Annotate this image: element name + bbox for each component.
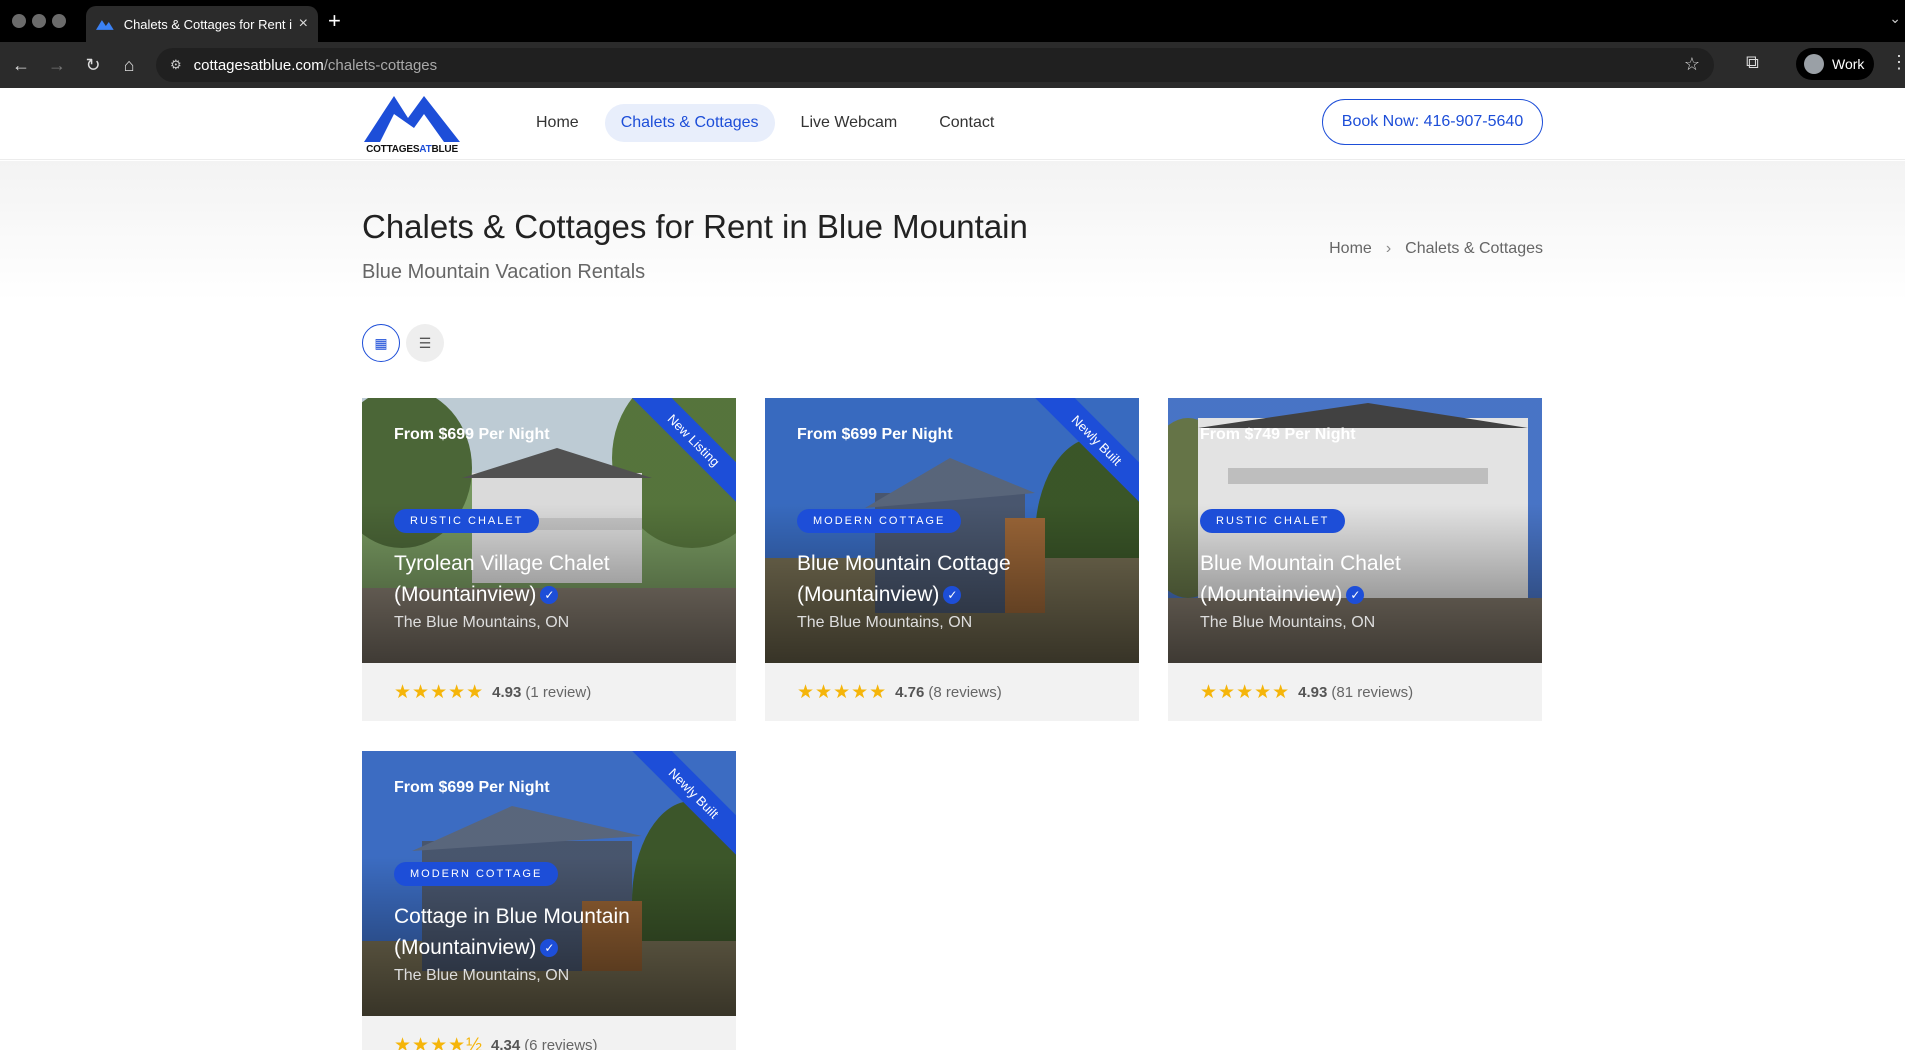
listing-price: From $699 Per Night bbox=[797, 426, 953, 443]
rating-score: 4.93 bbox=[1298, 683, 1328, 701]
listing-price: From $699 Per Night bbox=[394, 779, 550, 796]
page-title: Chalets & Cottages for Rent in Blue Moun… bbox=[362, 208, 1028, 245]
listing-location: The Blue Mountains, ON bbox=[1200, 614, 1376, 631]
listing-rating: ★★★★★ 4.93 (1 review) bbox=[362, 663, 736, 721]
site-favicon-icon bbox=[96, 20, 114, 30]
browser-toolbar: ← → ↻ ⌂ ⚙ cottagesatblue.com /chalets-co… bbox=[0, 42, 1905, 88]
listing-location: The Blue Mountains, ON bbox=[394, 614, 570, 631]
listing-tag[interactable]: MODERN COTTAGE bbox=[394, 862, 559, 886]
verified-check-icon: ✓ bbox=[1346, 586, 1365, 605]
close-window-button[interactable] bbox=[12, 14, 26, 28]
avatar bbox=[1804, 54, 1824, 74]
browser-tab[interactable]: Chalets & Cottages for Rent i × bbox=[86, 6, 318, 42]
url-path: /chalets-cottages bbox=[323, 56, 438, 74]
view-toggle: ▦ ☰ bbox=[362, 324, 444, 362]
listing-card[interactable]: From $749 Per Night RUSTIC CHALET Blue M… bbox=[1168, 398, 1542, 721]
listing-title[interactable]: Tyrolean Village Chalet (Mountainview) ✓ bbox=[394, 548, 714, 610]
new-tab-button[interactable]: + bbox=[328, 8, 341, 34]
listing-card[interactable]: From $699 Per Night Newly Built MODERN C… bbox=[765, 398, 1139, 721]
grid-view-icon[interactable]: ▦ bbox=[362, 324, 400, 362]
minimize-window-button[interactable] bbox=[32, 14, 46, 28]
home-icon[interactable]: ⌂ bbox=[116, 52, 142, 78]
listing-title[interactable]: Blue Mountain Cottage (Mountainview) ✓ bbox=[797, 548, 1117, 610]
rating-score: 4.76 bbox=[895, 683, 925, 701]
listing-location: The Blue Mountains, ON bbox=[797, 614, 973, 631]
url-host: cottagesatblue.com bbox=[193, 56, 324, 74]
nav-home[interactable]: Home bbox=[520, 104, 595, 142]
reload-button[interactable]: ↻ bbox=[80, 52, 106, 78]
listing-photo[interactable]: From $699 Per Night Newly Built MODERN C… bbox=[362, 751, 736, 1016]
listing-title[interactable]: Cottage in Blue Mountain (Mountainview) ✓ bbox=[394, 901, 714, 963]
tab-close-icon[interactable]: × bbox=[299, 16, 308, 32]
extensions-icon[interactable]: ⧉ bbox=[1746, 52, 1759, 73]
main-nav: Home Chalets & Cottages Live Webcam Cont… bbox=[520, 104, 1010, 142]
forward-button[interactable]: → bbox=[44, 52, 70, 78]
review-count: (81 reviews) bbox=[1331, 683, 1414, 701]
verified-check-icon: ✓ bbox=[540, 586, 559, 605]
star-rating-icon: ★★★★½ bbox=[394, 1034, 483, 1050]
logo-wordmark: COTTAGESATBLUE bbox=[366, 144, 458, 155]
review-count: (1 review) bbox=[525, 683, 592, 701]
site-info-icon[interactable]: ⚙ bbox=[170, 57, 182, 73]
breadcrumb-current: Chalets & Cottages bbox=[1405, 240, 1543, 257]
listing-rating: ★★★★★ 4.76 (8 reviews) bbox=[765, 663, 1139, 721]
web-page: COTTAGESATBLUE Home Chalets & Cottages L… bbox=[0, 88, 1905, 1050]
rating-score: 4.34 bbox=[490, 1036, 521, 1050]
listing-tag[interactable]: MODERN COTTAGE bbox=[797, 509, 962, 533]
verified-check-icon: ✓ bbox=[943, 586, 962, 605]
page-subtitle: Blue Mountain Vacation Rentals bbox=[362, 261, 646, 283]
book-now-button[interactable]: Book Now: 416-907-5640 bbox=[1322, 99, 1543, 145]
zoom-window-button[interactable] bbox=[52, 14, 66, 28]
listing-card[interactable]: From $699 Per Night New Listing RUSTIC C… bbox=[362, 398, 736, 721]
mountain-logo-icon bbox=[364, 96, 460, 142]
bookmark-star-icon[interactable]: ☆ bbox=[1684, 54, 1700, 75]
listing-location: The Blue Mountains, ON bbox=[394, 967, 570, 984]
star-rating-icon: ★★★★★ bbox=[394, 681, 485, 703]
breadcrumb-separator-icon: › bbox=[1385, 240, 1392, 257]
listing-photo[interactable]: From $749 Per Night RUSTIC CHALET Blue M… bbox=[1168, 398, 1542, 663]
listing-photo[interactable]: From $699 Per Night Newly Built MODERN C… bbox=[765, 398, 1139, 663]
browser-menu-icon[interactable]: ⋮ bbox=[1890, 52, 1905, 73]
star-rating-icon: ★★★★★ bbox=[1200, 681, 1291, 703]
nav-live-webcam[interactable]: Live Webcam bbox=[785, 104, 914, 142]
site-logo[interactable]: COTTAGESATBLUE bbox=[362, 92, 462, 155]
profile-name: Work bbox=[1832, 56, 1865, 72]
listing-title[interactable]: Blue Mountain Chalet (Mountainview) ✓ bbox=[1200, 548, 1520, 610]
nav-chalets-cottages[interactable]: Chalets & Cottages bbox=[604, 104, 775, 142]
verified-check-icon: ✓ bbox=[540, 939, 559, 958]
tab-search-chevron-icon[interactable]: ⌄ bbox=[1889, 10, 1901, 27]
nav-contact[interactable]: Contact bbox=[923, 104, 1010, 142]
listing-card[interactable]: From $699 Per Night Newly Built MODERN C… bbox=[362, 751, 736, 1050]
listing-tag[interactable]: RUSTIC CHALET bbox=[394, 509, 540, 533]
listing-rating: ★★★★½ 4.34 (6 reviews) bbox=[362, 1016, 736, 1050]
list-view-icon[interactable]: ☰ bbox=[406, 324, 444, 362]
listing-price: From $749 Per Night bbox=[1200, 426, 1356, 443]
back-button[interactable]: ← bbox=[8, 52, 34, 78]
address-bar[interactable]: ⚙ cottagesatblue.com /chalets-cottages ☆ bbox=[156, 48, 1714, 82]
profile-button[interactable]: Work bbox=[1796, 48, 1874, 80]
listing-tag[interactable]: RUSTIC CHALET bbox=[1200, 509, 1346, 533]
review-count: (8 reviews) bbox=[928, 683, 1002, 701]
star-rating-icon: ★★★★★ bbox=[797, 681, 888, 703]
review-count: (6 reviews) bbox=[524, 1036, 598, 1050]
listing-rating: ★★★★★ 4.93 (81 reviews) bbox=[1168, 663, 1542, 721]
listing-price: From $699 Per Night bbox=[394, 426, 550, 443]
listing-photo[interactable]: From $699 Per Night New Listing RUSTIC C… bbox=[362, 398, 736, 663]
rating-score: 4.93 bbox=[492, 683, 522, 701]
tab-title: Chalets & Cottages for Rent i bbox=[123, 16, 293, 32]
breadcrumb: Home › Chalets & Cottages bbox=[1329, 240, 1543, 258]
breadcrumb-home[interactable]: Home bbox=[1329, 240, 1372, 258]
browser-tab-bar: Chalets & Cottages for Rent i × + ⌄ bbox=[0, 0, 1905, 42]
site-header: COTTAGESATBLUE Home Chalets & Cottages L… bbox=[0, 88, 1905, 160]
